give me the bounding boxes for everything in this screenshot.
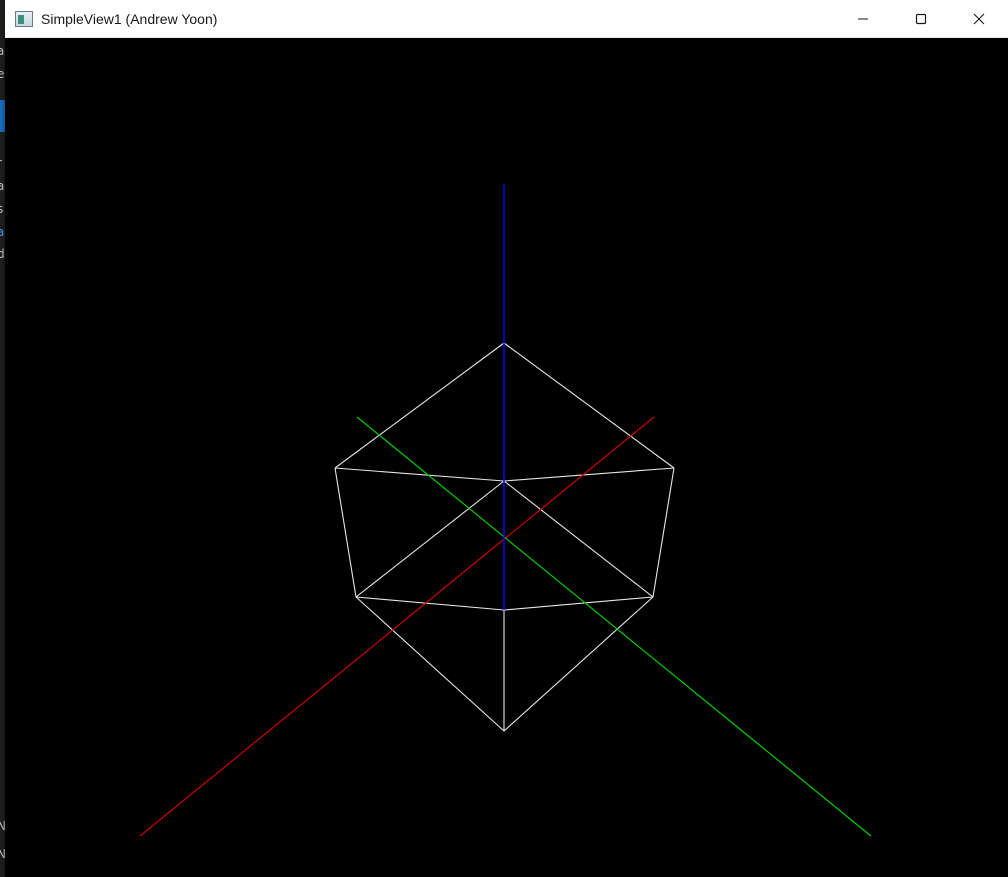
minimize-button[interactable] (834, 0, 892, 38)
background-app-text: s (0, 202, 4, 216)
maximize-icon (915, 13, 927, 25)
cube-edge (503, 342, 675, 469)
background-app-text: d (0, 247, 5, 261)
cube-edge (355, 480, 505, 598)
window-controls (834, 0, 1008, 38)
cube-edge (503, 480, 654, 598)
maximize-button[interactable] (892, 0, 950, 38)
background-app-link-text: a (0, 225, 5, 239)
close-icon (973, 13, 985, 25)
cube-edge (334, 342, 505, 469)
y-axis-line (356, 416, 872, 837)
app-window: SimpleView1 (Andrew Yoon) (5, 0, 1008, 877)
background-app-text: r (0, 156, 2, 170)
scene-3d (139, 184, 872, 837)
opengl-viewport[interactable] (5, 38, 1008, 877)
app-window-icon[interactable] (15, 10, 33, 27)
cube-edge (652, 467, 675, 598)
minimize-icon (858, 18, 868, 20)
background-app-text: a (0, 44, 5, 58)
title-bar[interactable]: SimpleView1 (Andrew Yoon) (5, 0, 1008, 38)
cube-edge (334, 467, 505, 482)
x-axis-line (139, 416, 655, 837)
cube-edge (355, 596, 505, 732)
cube-edge (334, 467, 357, 598)
background-app-text: e (0, 67, 5, 81)
background-app-text: a (0, 179, 5, 193)
cube-edge (503, 596, 654, 732)
cube-edge (503, 596, 654, 611)
close-button[interactable] (950, 0, 1008, 38)
window-title: SimpleView1 (Andrew Yoon) (41, 10, 218, 27)
